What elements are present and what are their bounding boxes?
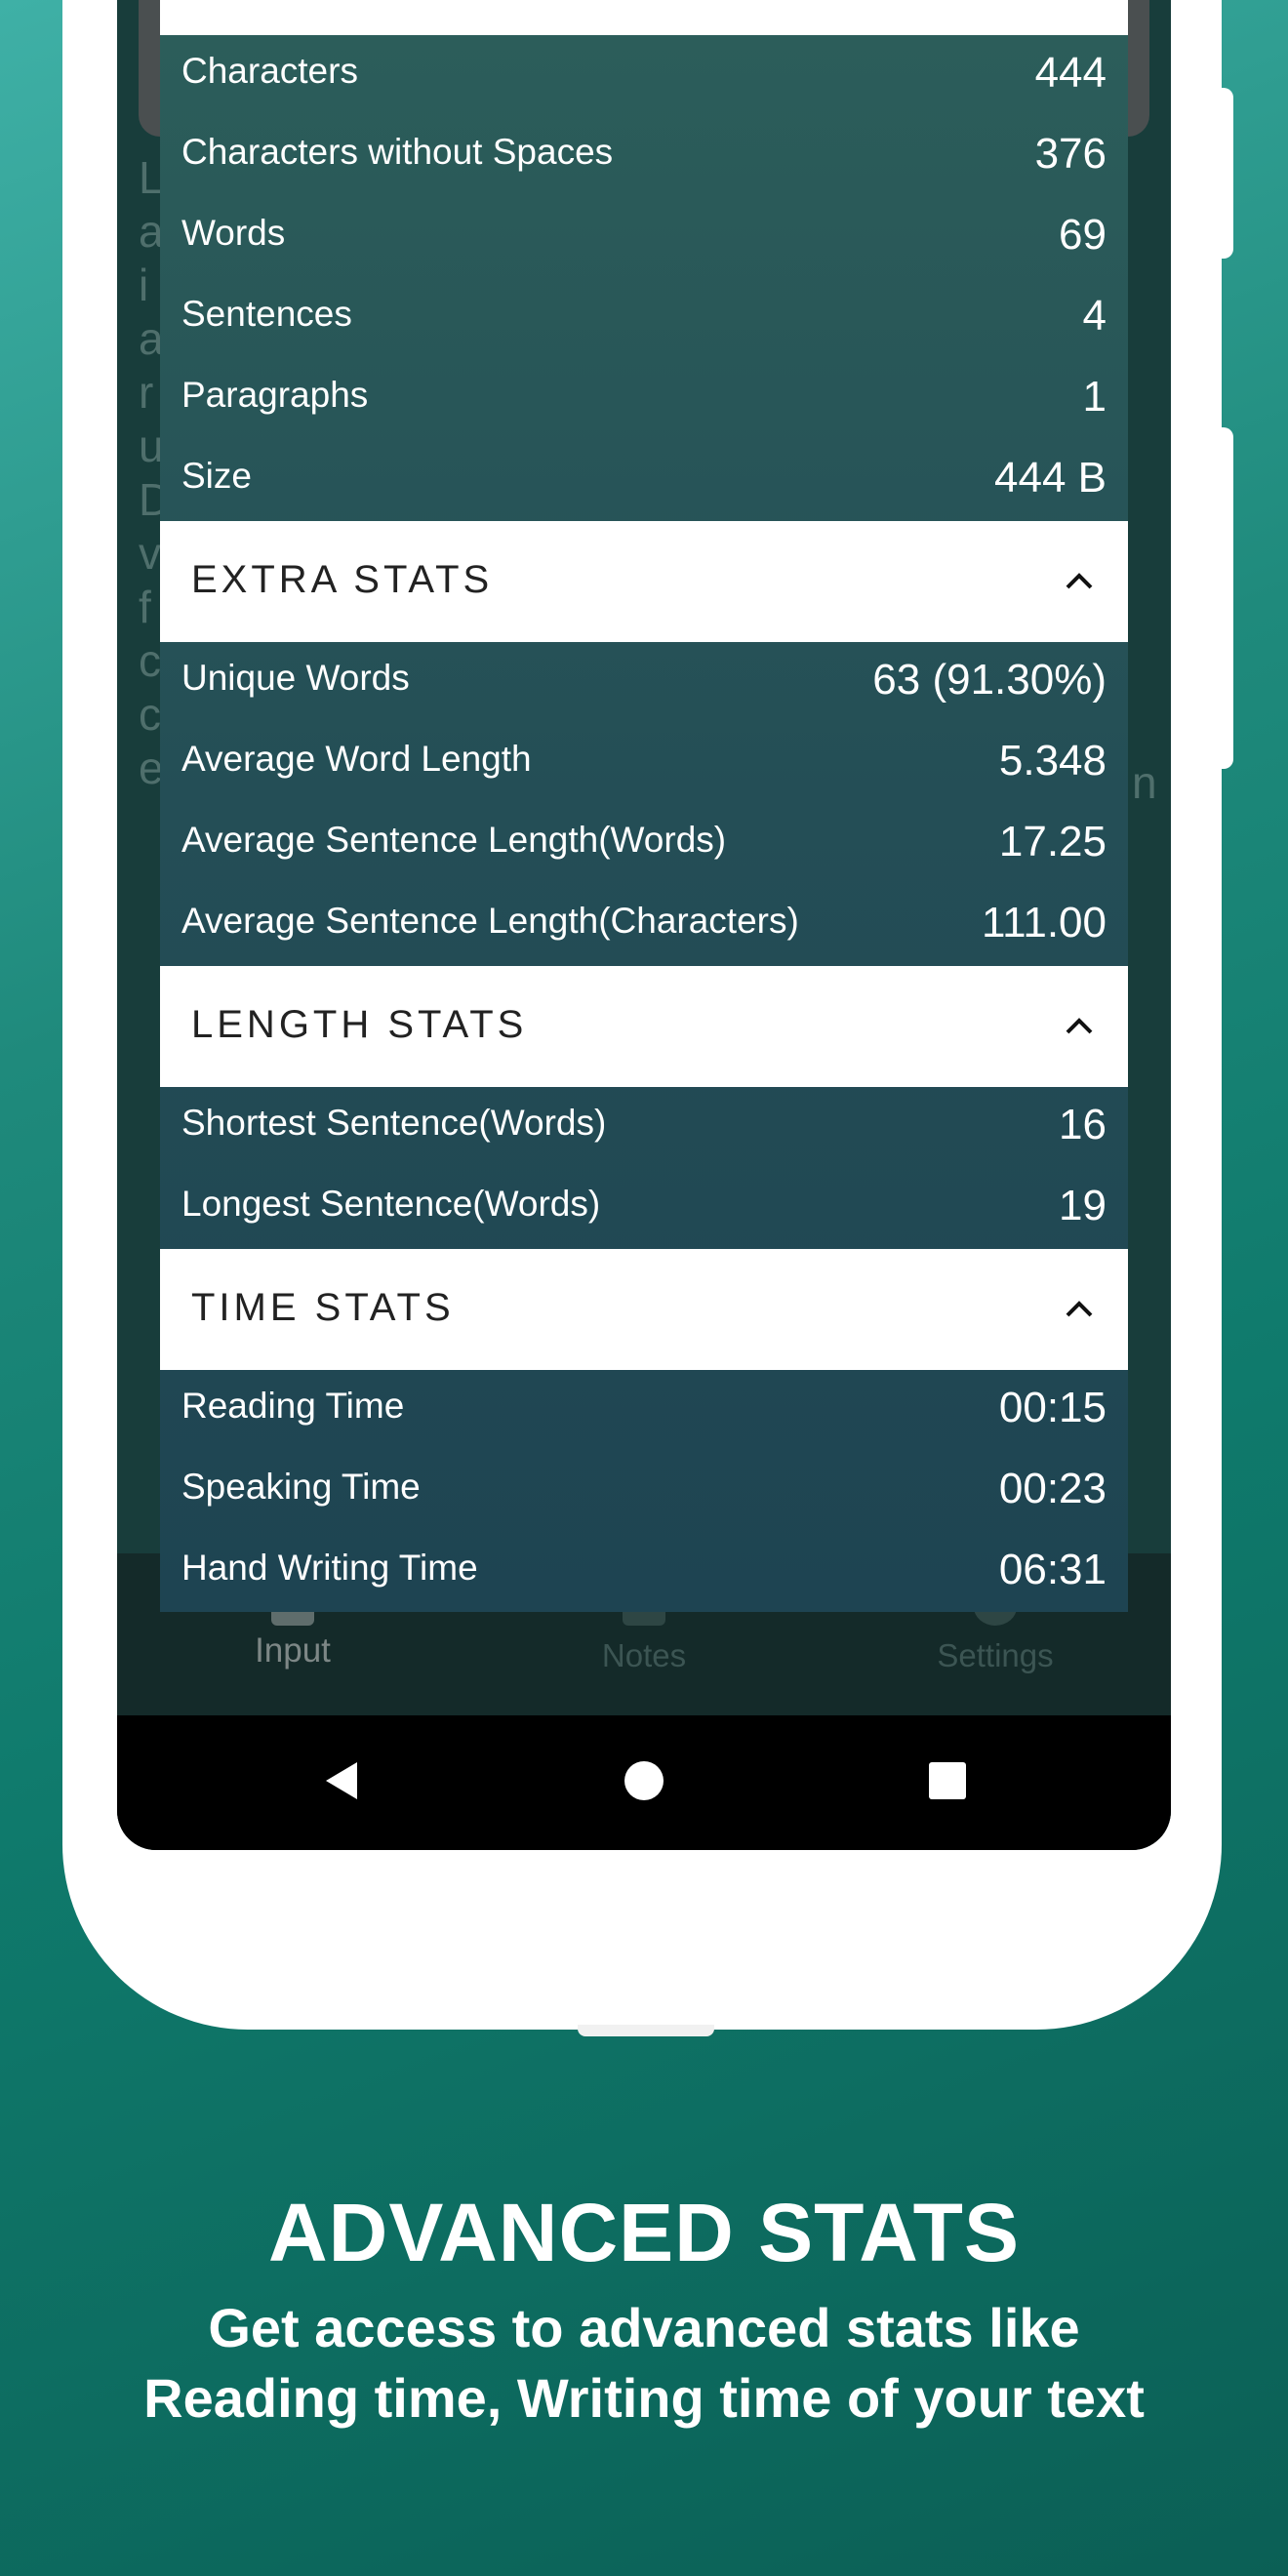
chevron-up-icon — [1066, 1018, 1093, 1034]
caption-title: ADVANCED STATS — [268, 2187, 1020, 2278]
stat-row-speaking-time: Speaking Time 00:23 — [160, 1451, 1128, 1532]
stat-value: 5.348 — [998, 737, 1107, 785]
home-button[interactable] — [620, 1756, 668, 1805]
stat-row-average-sentence-length-words: Average Sentence Length(Words) 17.25 — [160, 804, 1128, 885]
stat-row-unique-words: Unique Words 63 (91.30%) — [160, 642, 1128, 723]
caption-line-1: Get access to advanced stats like — [208, 2297, 1080, 2358]
phone-bottom-notch — [578, 2025, 714, 2036]
stat-row-longest-sentence: Longest Sentence(Words) 19 — [160, 1168, 1128, 1249]
stat-value: 1 — [1082, 373, 1107, 421]
stat-label: Size — [181, 456, 252, 496]
stat-row-paragraphs: Paragraphs 1 — [160, 359, 1128, 440]
stat-value: 17.25 — [998, 818, 1107, 865]
stat-label: Sentences — [181, 294, 352, 334]
section-header-length-stats[interactable]: LENGTH STATS — [160, 966, 1128, 1087]
stat-label: Speaking Time — [181, 1467, 421, 1507]
stat-row-average-word-length: Average Word Length 5.348 — [160, 723, 1128, 804]
stat-label: Average Sentence Length(Words) — [181, 820, 727, 860]
stat-value: 69 — [1059, 211, 1107, 259]
stat-row-sentences: Sentences 4 — [160, 278, 1128, 359]
stat-row-average-sentence-length-characters: Average Sentence Length(Characters) 111.… — [160, 885, 1128, 966]
nav-input-label: Input — [255, 1631, 331, 1670]
nav-settings-label: Settings — [937, 1637, 1054, 1673]
stat-value: 63 (91.30%) — [872, 656, 1107, 704]
stat-row-characters-no-spaces: Characters without Spaces 376 — [160, 116, 1128, 197]
stat-label: Characters without Spaces — [181, 132, 614, 172]
stat-row-words: Words 69 — [160, 197, 1128, 278]
back-button[interactable] — [318, 1756, 367, 1805]
recents-square-icon — [929, 1762, 966, 1799]
phone-side-button-lower — [1220, 427, 1233, 769]
stat-label: Average Sentence Length(Characters) — [181, 901, 799, 941]
stat-value: 00:23 — [998, 1465, 1107, 1512]
stats-panel: Characters 444 Characters without Spaces… — [160, 0, 1128, 1612]
stat-value: 444 B — [994, 454, 1107, 502]
section-header-time-stats[interactable]: TIME STATS — [160, 1249, 1128, 1370]
stat-label: Paragraphs — [181, 375, 369, 415]
section-title: LENGTH STATS — [191, 1003, 528, 1046]
recents-button[interactable] — [923, 1756, 972, 1805]
section-title: EXTRA STATS — [191, 558, 494, 601]
stat-row-characters: Characters 444 — [160, 35, 1128, 116]
caption-line-2: Reading time, Writing time of your text — [143, 2367, 1145, 2429]
nav-notes-label: Notes — [601, 1637, 687, 1673]
stat-value: 16 — [1059, 1101, 1107, 1148]
stat-label: Shortest Sentence(Words) — [181, 1103, 607, 1143]
stat-value: 4 — [1082, 292, 1107, 340]
stat-label: Characters — [181, 51, 358, 91]
system-navigation-bar — [117, 1715, 1171, 1850]
back-triangle-icon — [326, 1762, 357, 1799]
chevron-up-icon — [1066, 1301, 1093, 1317]
stat-label: Hand Writing Time — [181, 1548, 478, 1588]
stat-label: Reading Time — [181, 1386, 405, 1426]
section-title: TIME STATS — [191, 1286, 455, 1329]
stat-value: 444 — [1034, 49, 1107, 97]
stat-value: 111.00 — [981, 899, 1107, 946]
phone-side-button-upper — [1220, 88, 1233, 259]
stat-value: 376 — [1034, 130, 1107, 178]
stat-row-shortest-sentence: Shortest Sentence(Words) 16 — [160, 1087, 1128, 1168]
stat-value: 19 — [1059, 1182, 1107, 1229]
background-letter-right: n — [1132, 757, 1157, 808]
stat-label: Unique Words — [181, 658, 410, 698]
stat-label: Longest Sentence(Words) — [181, 1184, 601, 1224]
home-circle-icon — [624, 1761, 664, 1800]
section-header-extra-stats[interactable]: EXTRA STATS — [160, 521, 1128, 642]
chevron-up-icon — [1066, 573, 1093, 589]
stat-row-hand-writing-time: Hand Writing Time 06:31 — [160, 1532, 1128, 1613]
stat-value: 06:31 — [998, 1546, 1107, 1593]
caption-subtitle: Get access to advanced stats like Readin… — [0, 2293, 1288, 2434]
stat-row-reading-time: Reading Time 00:15 — [160, 1370, 1128, 1451]
stat-value: 00:15 — [998, 1384, 1107, 1431]
stat-row-size: Size 444 B — [160, 440, 1128, 521]
stat-label: Words — [181, 213, 286, 253]
stat-label: Average Word Length — [181, 739, 532, 779]
panel-top-header — [160, 0, 1128, 35]
